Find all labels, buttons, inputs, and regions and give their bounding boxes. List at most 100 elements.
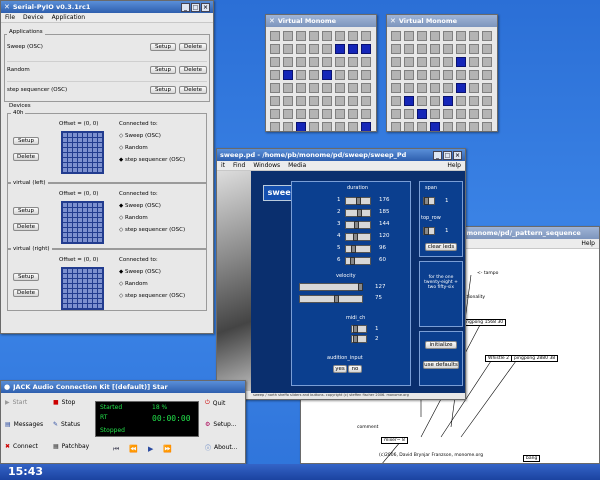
monome-button[interactable] [335, 57, 345, 67]
monome-button[interactable] [309, 109, 319, 119]
menu-help[interactable]: Help [581, 240, 595, 247]
monome-button[interactable] [296, 44, 306, 54]
menu-application[interactable]: Application [52, 14, 86, 21]
duration-slider[interactable] [345, 209, 371, 217]
duration-slider[interactable] [345, 221, 371, 229]
monome-button[interactable] [469, 109, 479, 119]
monome-button[interactable] [309, 31, 319, 41]
jack-start-button[interactable]: ▶ Start [5, 399, 27, 406]
monome-button[interactable] [283, 70, 293, 80]
monome-button[interactable] [335, 109, 345, 119]
minimize-icon[interactable]: _ [433, 150, 442, 160]
monome-button[interactable] [296, 57, 306, 67]
jack-patchbay-button[interactable]: ▦ Patchbay [53, 443, 89, 450]
monome-button[interactable] [430, 57, 440, 67]
jack-stop-button[interactable]: ■ Stop [53, 399, 75, 406]
monome-button[interactable] [296, 109, 306, 119]
monome-button[interactable] [443, 57, 453, 67]
device-setup-button[interactable]: Setup [13, 137, 39, 145]
monome-button[interactable] [296, 83, 306, 93]
device-delete-button[interactable]: Delete [13, 223, 39, 231]
initialize-button[interactable]: initialize [425, 341, 457, 349]
monome-button[interactable] [309, 122, 319, 131]
monome-button[interactable] [322, 83, 332, 93]
jack-setup-button[interactable]: ⚙ Setup... [205, 421, 237, 428]
velocity-slider[interactable] [299, 283, 363, 291]
monome-button[interactable] [417, 70, 427, 80]
monome-button[interactable] [404, 122, 414, 131]
monome-button[interactable] [335, 44, 345, 54]
monome-button[interactable] [482, 31, 492, 41]
monome-button[interactable] [296, 96, 306, 106]
monome-button[interactable] [430, 31, 440, 41]
monome-button[interactable] [361, 109, 371, 119]
monome-button[interactable] [309, 83, 319, 93]
pd-object[interactable]: mixer~ 8 [381, 437, 408, 444]
monome-button[interactable] [322, 57, 332, 67]
pd-object[interactable]: bang [523, 455, 541, 462]
monome-button[interactable] [283, 109, 293, 119]
monome-button[interactable] [348, 109, 358, 119]
monome-button[interactable] [456, 57, 466, 67]
monome-button[interactable] [469, 96, 479, 106]
monome-button[interactable] [335, 31, 345, 41]
monome-button[interactable] [417, 44, 427, 54]
app-setup-button[interactable]: Setup [150, 85, 176, 94]
jack-titlebar[interactable]: ● JACK Audio Connection Kit [(default)] … [1, 381, 245, 393]
monome-button[interactable] [430, 70, 440, 80]
app-setup-button[interactable]: Setup [150, 65, 176, 74]
device-app-radio[interactable]: ◇ step sequencer (OSC) [119, 227, 185, 233]
monome-button[interactable] [348, 31, 358, 41]
monome-button[interactable] [391, 31, 401, 41]
monome-button[interactable] [456, 70, 466, 80]
device-app-radio[interactable]: ◆ Sweep (OSC) [119, 269, 161, 275]
monome-button[interactable] [335, 83, 345, 93]
monome-button[interactable] [404, 57, 414, 67]
device-delete-button[interactable]: Delete [13, 153, 39, 161]
monome-button[interactable] [404, 44, 414, 54]
device-app-radio[interactable]: ◇ Random [119, 145, 148, 151]
toprow-slider[interactable] [423, 227, 435, 235]
monome-button[interactable] [322, 122, 332, 131]
pd-object[interactable]: pingpong 2880 38 [511, 355, 559, 362]
monome-button[interactable] [322, 96, 332, 106]
app-setup-button[interactable]: Setup [150, 43, 176, 51]
monome-button[interactable] [482, 109, 492, 119]
device-app-radio[interactable]: ◆ step sequencer (OSC) [119, 157, 185, 163]
monome-button[interactable] [296, 31, 306, 41]
jack-about-button[interactable]: ⓘ About... [205, 443, 237, 452]
midi-ch-slider-2[interactable] [351, 335, 367, 343]
monome-button[interactable] [404, 70, 414, 80]
monome-button[interactable] [391, 57, 401, 67]
monome-button[interactable] [309, 57, 319, 67]
monome-button[interactable] [335, 70, 345, 80]
monome-button[interactable] [443, 96, 453, 106]
serialpyio-titlebar[interactable]: ✕ Serial-PyIO v0.3.1rc1 _ □ × [1, 1, 213, 13]
monome-button[interactable] [391, 122, 401, 131]
velocity-slider-2[interactable] [299, 295, 363, 303]
use-defaults-button[interactable]: use defaults [423, 361, 459, 369]
monome-button[interactable] [482, 83, 492, 93]
monome-button[interactable] [283, 96, 293, 106]
menu-device[interactable]: Device [23, 14, 44, 21]
monome-button[interactable] [270, 109, 280, 119]
monome-button[interactable] [430, 96, 440, 106]
monome-button[interactable] [296, 70, 306, 80]
monome-button[interactable] [417, 57, 427, 67]
monome-button[interactable] [430, 44, 440, 54]
monome-button[interactable] [391, 44, 401, 54]
monome-button[interactable] [469, 83, 479, 93]
monome-button[interactable] [404, 31, 414, 41]
monome-titlebar[interactable]: ✕ Virtual Monome [387, 15, 497, 27]
monome-button[interactable] [404, 96, 414, 106]
monome-button[interactable] [361, 57, 371, 67]
monome-button[interactable] [430, 83, 440, 93]
monome-button[interactable] [270, 57, 280, 67]
sweep-titlebar[interactable]: sweep.pd - /home/pb/monome/pd/sweep/swee… [217, 149, 465, 161]
monome-button[interactable] [283, 122, 293, 131]
monome-button[interactable] [469, 57, 479, 67]
audition-no-button[interactable]: no [348, 365, 362, 373]
monome-button[interactable] [417, 31, 427, 41]
monome-button[interactable] [443, 109, 453, 119]
monome-button[interactable] [482, 57, 492, 67]
